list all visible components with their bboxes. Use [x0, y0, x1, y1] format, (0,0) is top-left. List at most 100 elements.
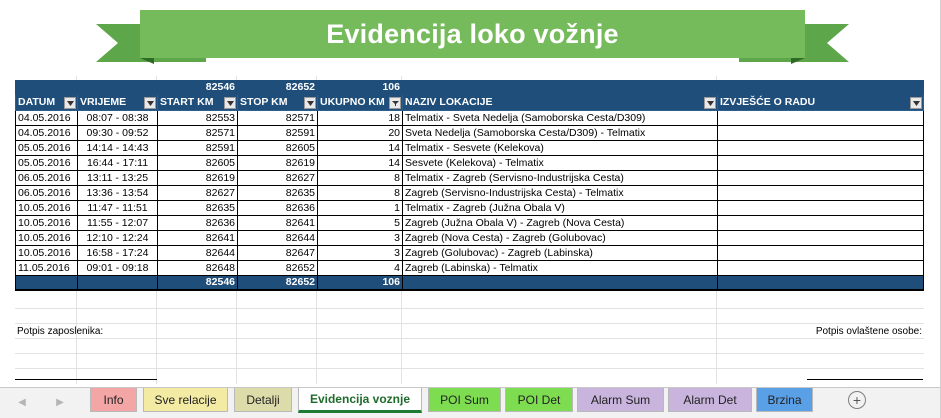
- cell[interactable]: [717, 275, 924, 291]
- cell-naziv-lokacije[interactable]: Zagreb (Labinska) - Telmatix: [402, 260, 718, 276]
- cell[interactable]: [15, 275, 78, 291]
- cell-stop-km[interactable]: 82591: [237, 125, 318, 141]
- top-total-stop-km[interactable]: 82652: [237, 80, 318, 95]
- cell-ukupno-km[interactable]: 3: [317, 245, 403, 261]
- filter-dropdown-icon[interactable]: [224, 97, 236, 109]
- tab-alarm-sum[interactable]: Alarm Sum: [577, 388, 664, 412]
- top-total-start-km[interactable]: 82546: [157, 80, 238, 95]
- cell[interactable]: [402, 275, 718, 291]
- cell-datum[interactable]: 10.05.2016: [15, 200, 78, 216]
- cell-ukupno-km[interactable]: 8: [317, 185, 403, 201]
- cell-izvjesce[interactable]: [717, 185, 924, 201]
- cell-stop-km[interactable]: 82652: [237, 260, 318, 276]
- cell-ukupno-km[interactable]: 14: [317, 140, 403, 156]
- cell-vrijeme[interactable]: 13:36 - 13:54: [77, 185, 158, 201]
- filter-dropdown-icon[interactable]: [704, 97, 716, 109]
- cell-stop-km[interactable]: 82605: [237, 140, 318, 156]
- header-datum[interactable]: DATUM: [15, 94, 78, 111]
- cell-stop-km[interactable]: 82641: [237, 215, 318, 231]
- tab-info[interactable]: Info: [90, 388, 137, 412]
- tab-poi-det[interactable]: POI Det: [505, 388, 573, 412]
- cell-izvjesce[interactable]: [717, 230, 924, 246]
- cell-ukupno-km[interactable]: 20: [317, 125, 403, 141]
- cell[interactable]: [717, 80, 924, 95]
- cell-naziv-lokacije[interactable]: Sveta Nedelja (Samoborska Cesta/D309) - …: [402, 125, 718, 141]
- cell-datum[interactable]: 11.05.2016: [15, 260, 78, 276]
- cell-naziv-lokacije[interactable]: Telmatix - Sveta Nedelja (Samoborska Ces…: [402, 110, 718, 126]
- cell-izvjesce[interactable]: [717, 140, 924, 156]
- cell-ukupno-km[interactable]: 14: [317, 155, 403, 171]
- cell-naziv-lokacije[interactable]: Zagreb (Južna Obala V) - Zagreb (Nova Ce…: [402, 215, 718, 231]
- cell[interactable]: [15, 80, 78, 95]
- cell-start-km[interactable]: 82641: [157, 230, 238, 246]
- tab-evidencija-voznje[interactable]: Evidencija voznje: [298, 388, 422, 413]
- cell-vrijeme[interactable]: 08:07 - 08:38: [77, 110, 158, 126]
- plus-circle-icon[interactable]: +: [848, 391, 866, 409]
- cell-datum[interactable]: 10.05.2016: [15, 230, 78, 246]
- cell-naziv-lokacije[interactable]: Telmatix - Zagreb (Servisno-Industrijska…: [402, 170, 718, 186]
- cell-vrijeme[interactable]: 09:01 - 09:18: [77, 260, 158, 276]
- cell-ukupno-km[interactable]: 4: [317, 260, 403, 276]
- cell-naziv-lokacije[interactable]: Sesvete (Kelekova) - Telmatix: [402, 155, 718, 171]
- cell-stop-km[interactable]: 82635: [237, 185, 318, 201]
- cell[interactable]: [77, 80, 158, 95]
- tab-alarm-det[interactable]: Alarm Det: [668, 388, 752, 412]
- cell-start-km[interactable]: 82627: [157, 185, 238, 201]
- cell-vrijeme[interactable]: 16:58 - 17:24: [77, 245, 158, 261]
- cell-stop-km[interactable]: 82571: [237, 110, 318, 126]
- cell-naziv-lokacije[interactable]: Zagreb (Golubovac) - Zagreb (Labinska): [402, 245, 718, 261]
- cell-datum[interactable]: 04.05.2016: [15, 125, 78, 141]
- cell-stop-km[interactable]: 82647: [237, 245, 318, 261]
- tab-detalji[interactable]: Detalji: [234, 388, 292, 412]
- cell-izvjesce[interactable]: [717, 155, 924, 171]
- cell-vrijeme[interactable]: 09:30 - 09:52: [77, 125, 158, 141]
- cell-vrijeme[interactable]: 12:10 - 12:24: [77, 230, 158, 246]
- scroll-tabs-right-icon[interactable]: ▶: [55, 397, 65, 409]
- cell-izvjesce[interactable]: [717, 215, 924, 231]
- cell-ukupno-km[interactable]: 5: [317, 215, 403, 231]
- cell-start-km[interactable]: 82636: [157, 215, 238, 231]
- cell[interactable]: [402, 80, 718, 95]
- sheet-grid[interactable]: 82546 82652 106 DATUM VRIJEME START KM S…: [15, 76, 924, 384]
- bottom-total-start-km[interactable]: 82546: [157, 275, 238, 291]
- cell-ukupno-km[interactable]: 18: [317, 110, 403, 126]
- cell-ukupno-km[interactable]: 1: [317, 200, 403, 216]
- cell-start-km[interactable]: 82553: [157, 110, 238, 126]
- header-naziv-lokacije[interactable]: NAZIV LOKACIJE: [402, 94, 718, 111]
- cell-naziv-lokacije[interactable]: Zagreb (Nova Cesta) - Zagreb (Golubovac): [402, 230, 718, 246]
- cell-datum[interactable]: 04.05.2016: [15, 110, 78, 126]
- cell-datum[interactable]: 05.05.2016: [15, 155, 78, 171]
- cell-start-km[interactable]: 82619: [157, 170, 238, 186]
- header-izvjesce[interactable]: IZVJEŠĆE O RADU: [717, 94, 924, 111]
- cell-izvjesce[interactable]: [717, 260, 924, 276]
- cell-naziv-lokacije[interactable]: Telmatix - Sesvete (Kelekova): [402, 140, 718, 156]
- cell-izvjesce[interactable]: [717, 125, 924, 141]
- cell-start-km[interactable]: 82571: [157, 125, 238, 141]
- cell-datum[interactable]: 10.05.2016: [15, 245, 78, 261]
- cell-naziv-lokacije[interactable]: Zagreb (Servisno-Industrijska Cesta) - T…: [402, 185, 718, 201]
- scroll-tabs-left-icon[interactable]: ◀: [17, 397, 27, 409]
- bottom-total-ukupno-km[interactable]: 106: [317, 275, 403, 291]
- cell-vrijeme[interactable]: 16:44 - 17:11: [77, 155, 158, 171]
- filter-active-icon[interactable]: [389, 97, 401, 109]
- cell-datum[interactable]: 06.05.2016: [15, 170, 78, 186]
- tab-poi-sum[interactable]: POI Sum: [428, 388, 501, 412]
- filter-dropdown-icon[interactable]: [910, 97, 922, 109]
- cell-start-km[interactable]: 82644: [157, 245, 238, 261]
- cell-naziv-lokacije[interactable]: Telmatix - Zagreb (Južna Obala V): [402, 200, 718, 216]
- header-ukupno-km[interactable]: UKUPNO KM: [317, 94, 403, 111]
- bottom-total-stop-km[interactable]: 82652: [237, 275, 318, 291]
- cell-stop-km[interactable]: 82619: [237, 155, 318, 171]
- cell-izvjesce[interactable]: [717, 170, 924, 186]
- cell-ukupno-km[interactable]: 8: [317, 170, 403, 186]
- cell-datum[interactable]: 10.05.2016: [15, 215, 78, 231]
- cell[interactable]: [77, 275, 158, 291]
- top-total-ukupno-km[interactable]: 106: [317, 80, 403, 95]
- cell-vrijeme[interactable]: 13:11 - 13:25: [77, 170, 158, 186]
- cell-stop-km[interactable]: 82644: [237, 230, 318, 246]
- cell-vrijeme[interactable]: 14:14 - 14:43: [77, 140, 158, 156]
- filter-dropdown-icon[interactable]: [144, 97, 156, 109]
- tab-brzina[interactable]: Brzina: [756, 388, 813, 412]
- filter-dropdown-icon[interactable]: [304, 97, 316, 109]
- header-vrijeme[interactable]: VRIJEME: [77, 94, 158, 111]
